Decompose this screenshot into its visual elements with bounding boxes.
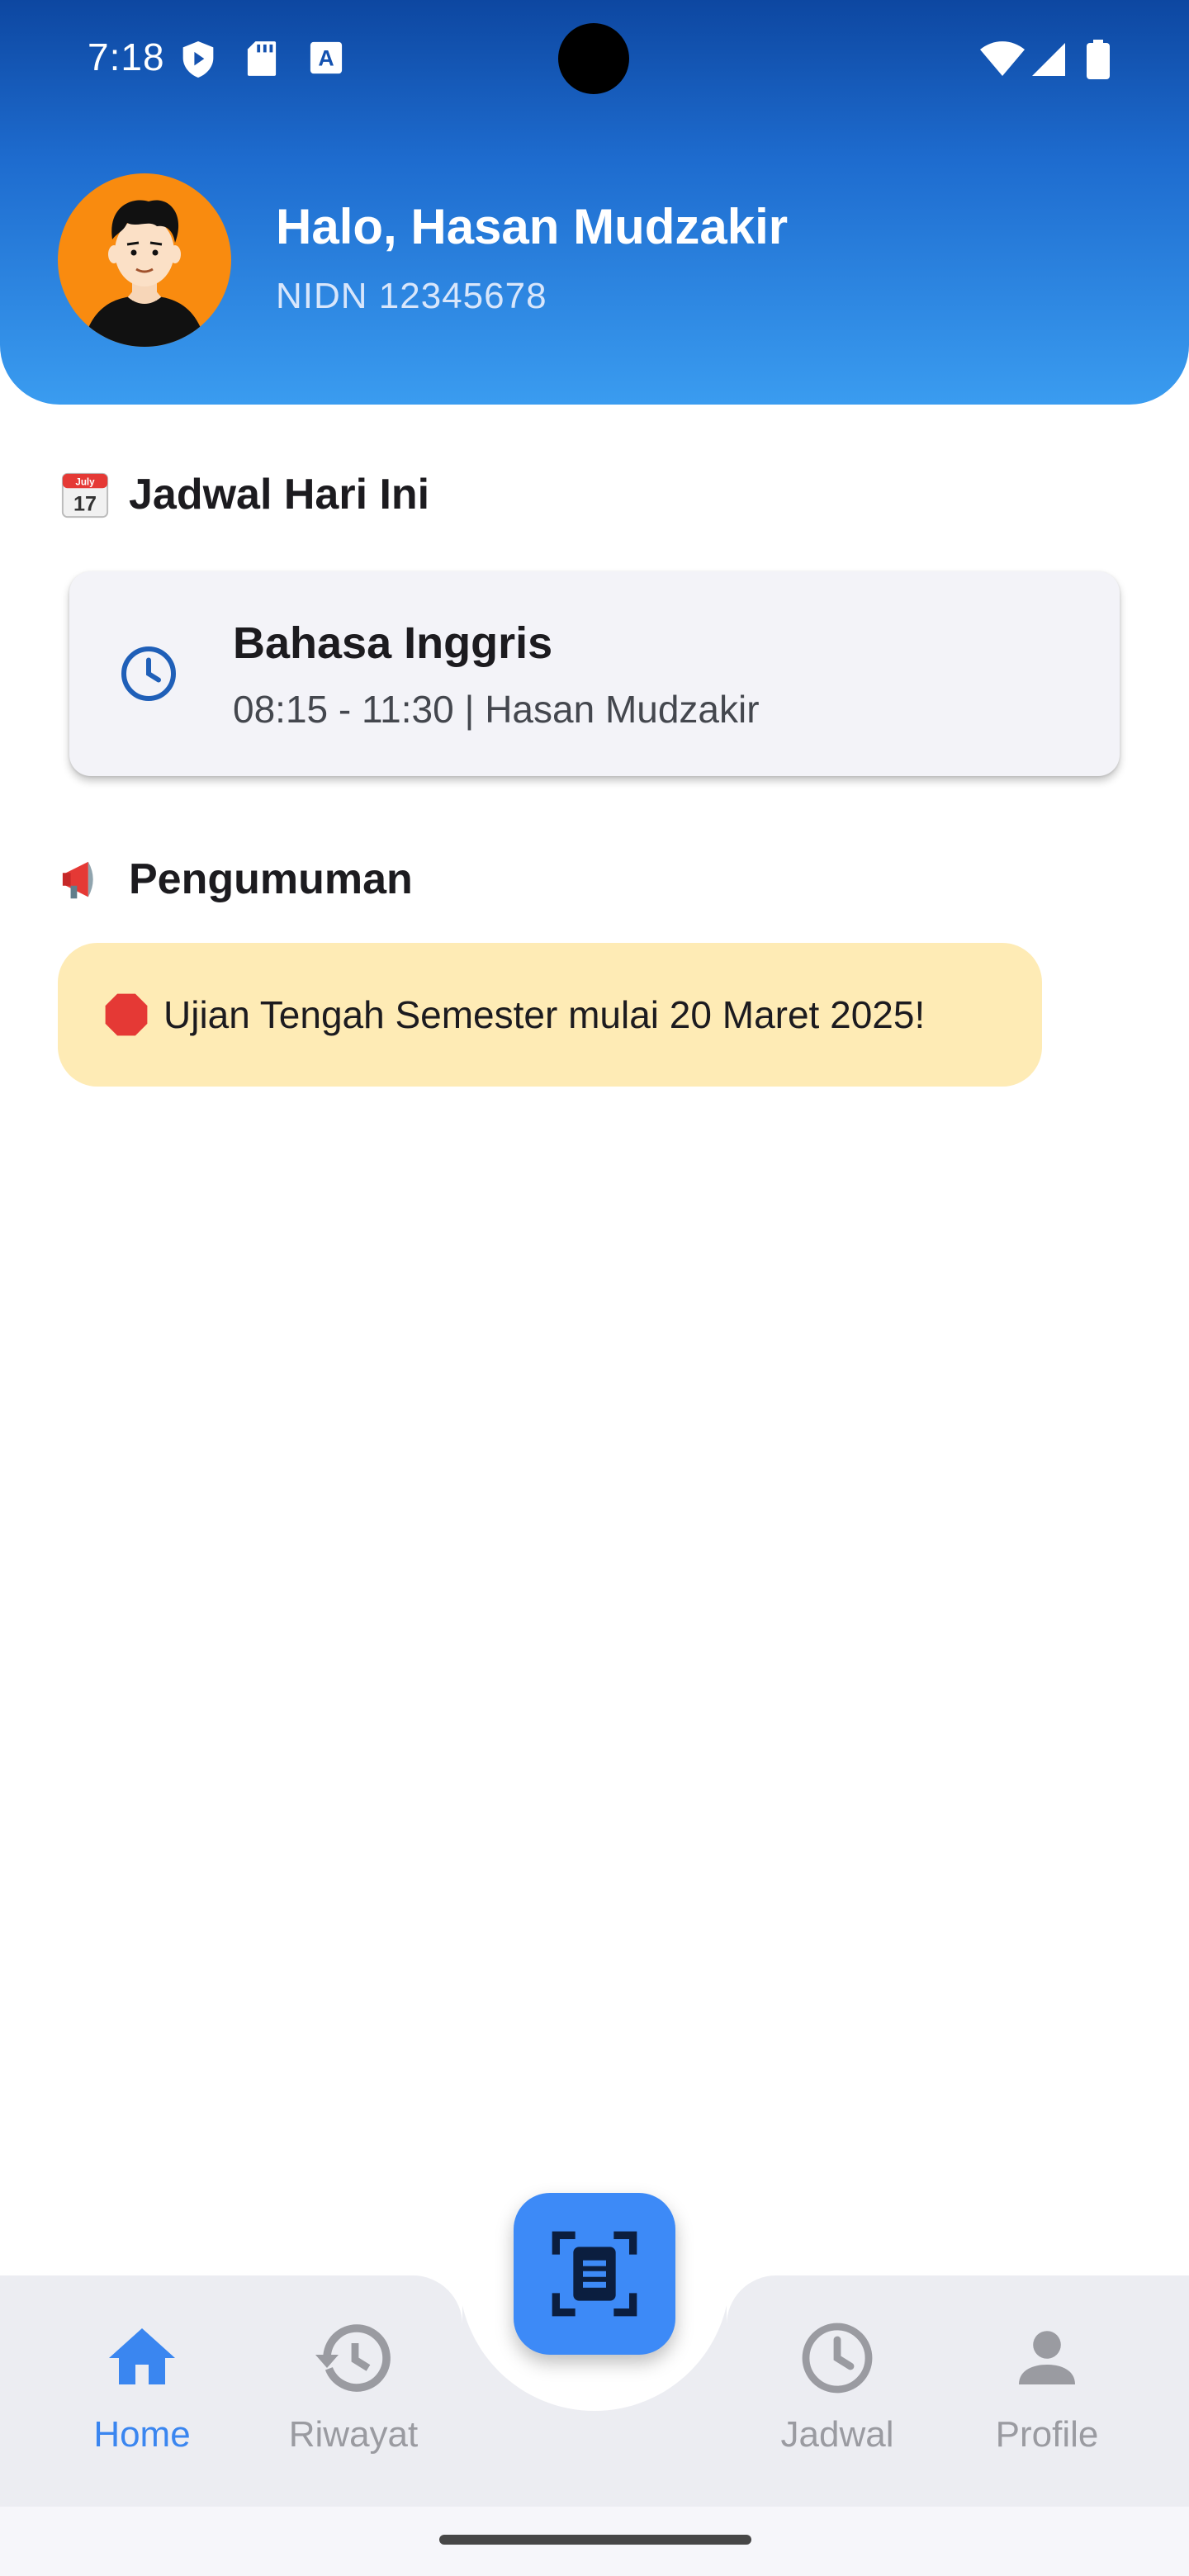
document-scan-icon — [552, 2231, 637, 2317]
megaphone-emoji — [62, 861, 93, 899]
gesture-navigation-bar[interactable] — [439, 2535, 751, 2545]
nav-label-home: Home — [93, 2414, 191, 2455]
announcement-text: Ujian Tengah Semester mulai 20 Maret 202… — [163, 993, 926, 1036]
history-icon — [315, 2324, 391, 2392]
sd-card-icon — [247, 41, 277, 76]
nidn-text: NIDN 12345678 — [276, 276, 547, 316]
svg-text:July: July — [75, 476, 95, 487]
svg-text:A: A — [318, 46, 334, 71]
schedule-course-title: Bahasa Inggris — [233, 618, 553, 668]
announcement-title-label: Pengumuman — [129, 855, 413, 903]
nav-label-jadwal: Jadwal — [780, 2414, 894, 2455]
scan-fab-button[interactable] — [514, 2193, 675, 2355]
person-icon — [1019, 2331, 1075, 2384]
status-bar: 7:18 A — [0, 0, 1189, 124]
calendar-emoji: July 17 — [61, 472, 109, 519]
clock-icon — [802, 2323, 873, 2394]
avatar[interactable] — [58, 173, 231, 347]
notch-right-corner — [727, 2275, 776, 2325]
camera-cutout — [558, 23, 629, 94]
schedule-course-time: 08:15 - 11:30 | Hasan Mudzakir — [233, 688, 760, 731]
nav-label-profile: Profile — [995, 2414, 1099, 2455]
nav-item-home[interactable]: Home — [59, 2318, 225, 2475]
greeting-text: Halo, Hasan Mudzakir — [276, 199, 789, 254]
nav-item-profile[interactable]: Profile — [964, 2318, 1130, 2475]
nav-item-jadwal[interactable]: Jadwal — [755, 2318, 920, 2475]
shield-icon — [182, 41, 214, 78]
status-time: 7:18 — [88, 36, 165, 78]
announcement-section-title: Pengumuman — [59, 854, 413, 905]
schedule-section-title: July 17 Jadwal Hari Ini — [59, 469, 429, 520]
stop-sign-emoji — [105, 993, 148, 1036]
signal-icon — [1032, 43, 1065, 76]
wifi-icon — [980, 41, 1025, 76]
home-icon — [109, 2328, 175, 2384]
announcement-card[interactable]: Ujian Tengah Semester mulai 20 Maret 202… — [58, 943, 1042, 1087]
font-download-icon: A — [310, 41, 343, 74]
avatar-illustration — [83, 200, 206, 347]
nav-item-riwayat[interactable]: Riwayat — [271, 2318, 436, 2475]
nav-label-riwayat: Riwayat — [288, 2414, 419, 2455]
schedule-card[interactable]: Bahasa Inggris 08:15 - 11:30 | Hasan Mud… — [69, 571, 1120, 776]
schedule-title-label: Jadwal Hari Ini — [129, 471, 430, 519]
svg-text:17: 17 — [73, 492, 97, 515]
clock-icon — [121, 646, 176, 701]
battery-icon — [1087, 40, 1110, 79]
notch-left-corner — [413, 2275, 462, 2325]
